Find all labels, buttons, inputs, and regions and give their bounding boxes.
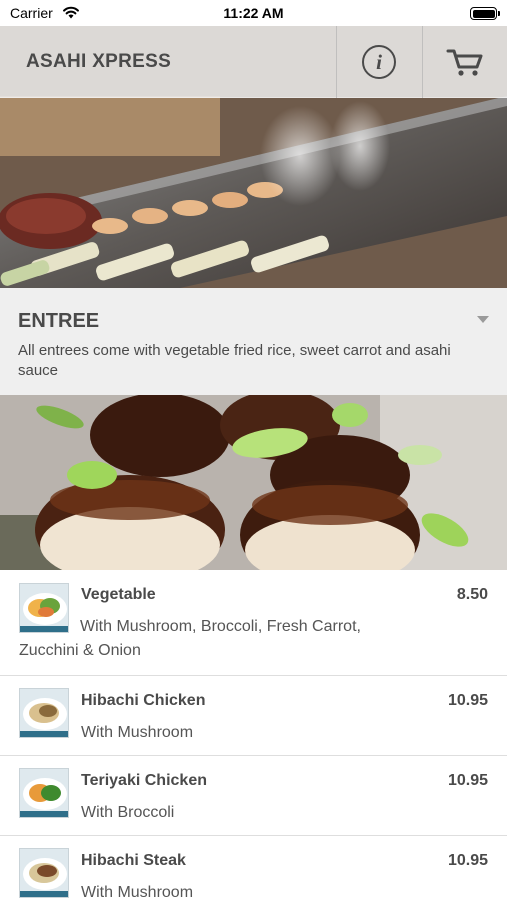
item-description: With Mushroom	[81, 884, 194, 900]
cart-icon	[446, 49, 483, 76]
item-description: With Mushroom	[81, 724, 194, 741]
item-name: Hibachi Chicken	[81, 692, 206, 709]
menu-item[interactable]: Hibachi Steak 10.95 With Mushroom	[0, 836, 507, 900]
menu-item[interactable]: Vegetable 8.50 With Mushroom, Broccoli, …	[0, 570, 507, 676]
status-bar: Carrier 11:22 AM	[0, 0, 507, 26]
item-price: 10.95	[447, 772, 488, 789]
item-price: 10.95	[447, 852, 488, 869]
info-icon: i	[362, 45, 396, 79]
category-title: ENTREE	[18, 310, 100, 332]
status-time: 11:22 AM	[223, 5, 284, 21]
info-button[interactable]: i	[337, 26, 421, 98]
item-name: Hibachi Steak	[81, 852, 186, 869]
item-price: 10.95	[447, 692, 488, 709]
chevron-down-icon[interactable]	[477, 316, 489, 323]
battery-level	[472, 9, 495, 18]
app-title: ASAHI XPRESS	[26, 51, 172, 72]
item-name: Vegetable	[81, 586, 156, 603]
item-description: With Mushroom, Broccoli, Fresh Carrot, Z…	[19, 618, 361, 659]
category-image	[0, 395, 507, 570]
item-thumbnail	[19, 848, 69, 898]
menu-list: Vegetable 8.50 With Mushroom, Broccoli, …	[0, 570, 507, 900]
menu-item[interactable]: Teriyaki Chicken 10.95 With Broccoli	[0, 756, 507, 836]
battery-icon	[470, 7, 500, 20]
item-description: With Broccoli	[81, 804, 175, 821]
cart-button[interactable]	[423, 26, 507, 98]
item-name: Teriyaki Chicken	[81, 772, 207, 789]
item-thumbnail	[19, 688, 69, 738]
category-description: All entrees come with vegetable fried ri…	[18, 342, 451, 379]
menu-item[interactable]: Hibachi Chicken 10.95 With Mushroom	[0, 676, 507, 756]
item-thumbnail	[19, 768, 69, 818]
app-header: ASAHI XPRESS i	[0, 26, 507, 98]
category-section[interactable]: ENTREE All entrees come with vegetable f…	[0, 288, 507, 395]
item-price: 8.50	[456, 586, 488, 603]
